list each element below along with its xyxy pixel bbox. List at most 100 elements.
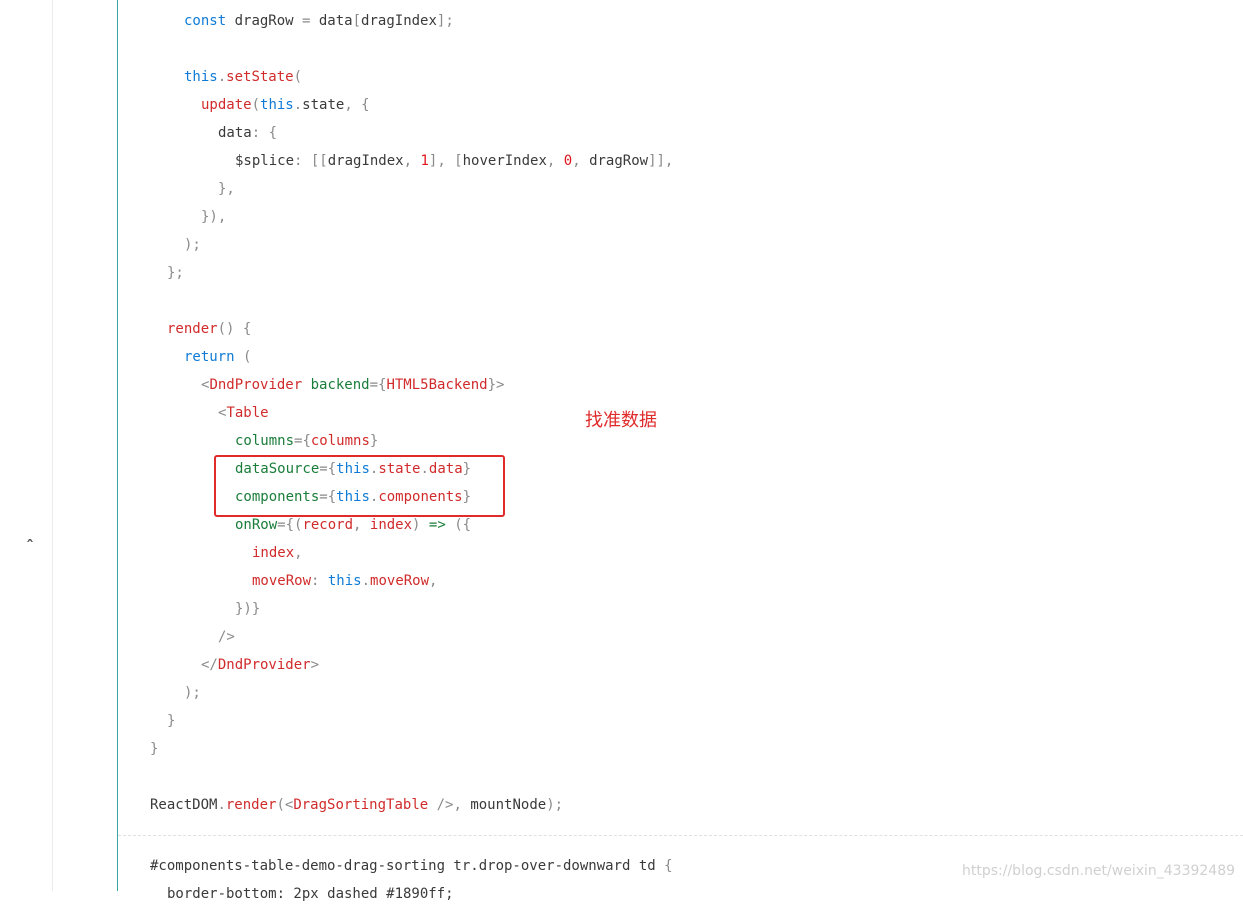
code-line: $splice: [[dragIndex, 1], [hoverIndex, 0…	[235, 151, 673, 171]
code-token: (	[251, 97, 261, 113]
code-line: update(this.state, {	[201, 95, 370, 115]
code-token: .	[217, 797, 226, 813]
code-token: }	[369, 433, 379, 449]
code-token: this	[184, 69, 218, 85]
code-token: columns	[235, 433, 295, 449]
code-line: return (	[184, 347, 251, 367]
code-token: );	[184, 237, 201, 253]
code-token: () {	[217, 321, 252, 337]
code-line: index,	[252, 543, 303, 563]
code-token: moveRow	[370, 573, 430, 589]
code-line: );	[184, 683, 201, 703]
code-token: backend	[302, 377, 370, 393]
code-line: },	[218, 179, 235, 199]
code-token: $splice	[235, 153, 295, 169]
code-token: );	[184, 685, 201, 701]
code-line: }),	[201, 207, 226, 227]
code-token: ,	[546, 153, 564, 169]
code-line: <Table	[218, 403, 269, 423]
code-token: render	[225, 797, 277, 813]
code-token: record	[302, 517, 354, 533]
code-token: #components-table-demo-drag-sorting tr.d…	[150, 858, 665, 874]
chevron-up-icon[interactable]: ˆ	[20, 534, 40, 558]
code-token: ,	[572, 153, 590, 169]
code-token: : {	[251, 125, 278, 141]
code-token: 0	[563, 153, 573, 169]
code-line: onRow={(record, index) => ({	[235, 515, 471, 535]
code-token: .	[293, 97, 303, 113]
code-token: />	[218, 629, 235, 645]
left-gutter: ˆ	[0, 0, 53, 891]
code-line: };	[167, 263, 184, 283]
code-token: index	[252, 545, 295, 561]
code-token: onRow	[235, 517, 278, 533]
code-separator	[118, 835, 1243, 836]
code-line: <DndProvider backend={HTML5Backend}>	[201, 375, 504, 395]
code-token: hoverIndex	[462, 153, 547, 169]
code-token: }>	[487, 377, 505, 393]
code-line: />	[218, 627, 235, 647]
code-line: #components-table-demo-drag-sorting tr.d…	[150, 856, 673, 876]
code-token: state	[302, 97, 345, 113]
code-line: );	[184, 235, 201, 255]
code-token: },	[218, 181, 235, 197]
code-token: />,	[428, 797, 471, 813]
code-token: HTML5Backend	[386, 377, 488, 393]
code-token: moveRow	[252, 573, 312, 589]
code-line: border-bottom: 2px dashed #1890ff;	[167, 884, 454, 904]
code-token: =>	[428, 517, 446, 533]
code-token: DndProvider	[217, 657, 311, 673]
code-token: border-bottom: 2px dashed #1890ff;	[167, 886, 454, 902]
code-token: this	[327, 573, 362, 589]
code-token: }	[167, 713, 176, 729]
code-token: })}	[235, 601, 261, 617]
code-token: DndProvider	[209, 377, 303, 393]
code-token: 1	[420, 153, 429, 169]
code-line: const dragRow = data[dragIndex];	[184, 11, 454, 31]
code-token: };	[167, 265, 184, 281]
code-token: ({	[445, 517, 472, 533]
code-line: columns={columns}	[235, 431, 378, 451]
code-token: ReactDOM	[150, 797, 218, 813]
code-line: </DndProvider>	[201, 655, 319, 675]
code-line: }	[150, 739, 158, 759]
code-token: ,	[429, 573, 438, 589]
code-line: ReactDOM.render(<DragSortingTable />, mo…	[150, 795, 563, 815]
code-token: </	[201, 657, 218, 673]
code-token: dragRow	[589, 153, 649, 169]
code-token: ]],	[648, 153, 674, 169]
code-token: >	[310, 657, 320, 673]
code-line: this.setState(	[184, 67, 302, 87]
code-token: (<	[276, 797, 294, 813]
code-token: dragRow	[226, 13, 303, 29]
code-token: ={(	[277, 517, 303, 533]
watermark: https://blog.csdn.net/weixin_43392489	[962, 863, 1236, 879]
code-token: ,	[353, 517, 370, 533]
code-token: ={	[294, 433, 311, 449]
annotation-label: 找准数据	[585, 410, 657, 431]
code-token: :	[311, 573, 328, 589]
code-token: {	[664, 858, 673, 874]
code-token: (	[293, 69, 303, 85]
code-token: dragIndex	[327, 153, 404, 169]
code-token: .	[361, 573, 371, 589]
code-token: return	[184, 349, 235, 365]
code-token: data	[218, 125, 252, 141]
code-token: DragSortingTable	[293, 797, 429, 813]
code-token: .	[217, 69, 227, 85]
code-token: , {	[344, 97, 370, 113]
code-token: index	[369, 517, 413, 533]
code-token: update	[201, 97, 252, 113]
code-token: mountNode	[470, 797, 547, 813]
code-line: data: {	[218, 123, 277, 143]
code-line: })}	[235, 599, 260, 619]
code-token: [	[352, 13, 362, 29]
code-token: }),	[201, 209, 227, 225]
code-line: }	[167, 711, 175, 731]
code-token: )	[412, 517, 429, 533]
code-token: ,	[403, 153, 421, 169]
code-token: }	[150, 741, 159, 757]
code-line: render() {	[167, 319, 251, 339]
code-token: render	[167, 321, 218, 337]
code-token: );	[546, 797, 564, 813]
